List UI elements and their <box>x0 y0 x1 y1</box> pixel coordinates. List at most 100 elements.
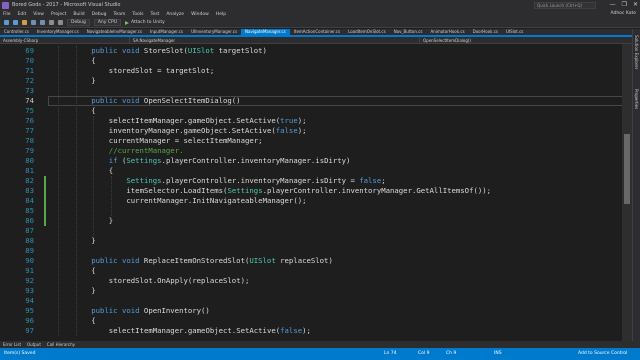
code-line[interactable]: if (Settings.playerController.inventoryM… <box>109 156 351 166</box>
redo-icon[interactable] <box>58 20 63 25</box>
add-to-source-control-button[interactable]: Add to Source Control <box>578 348 627 360</box>
platform-select[interactable]: Any CPU <box>93 19 121 26</box>
menu-team[interactable]: Team <box>113 12 125 17</box>
configuration-select[interactable]: Debug <box>67 19 90 26</box>
keyword-token: public <box>91 256 122 265</box>
menu-help[interactable]: Help <box>216 12 226 17</box>
properties-tab[interactable]: Properties <box>634 89 639 109</box>
save-all-icon[interactable] <box>40 20 45 25</box>
vertical-scrollbar[interactable] <box>622 44 632 341</box>
code-token: currentManager.InitNavigateableManager()… <box>126 196 307 205</box>
scrollbar-thumb[interactable] <box>624 134 630 204</box>
user-account[interactable]: Adhoc Kate <box>610 11 636 16</box>
status-line: Ln 74 <box>384 351 397 356</box>
back-icon[interactable] <box>4 20 9 25</box>
keyword-token: void <box>121 306 144 315</box>
line-number: 95 <box>25 306 34 315</box>
line-number: 94 <box>25 296 34 305</box>
menu-file[interactable]: File <box>3 12 11 17</box>
code-line[interactable]: { <box>109 166 113 176</box>
status-char: Ch 9 <box>446 351 457 356</box>
code-line[interactable]: } <box>91 286 95 296</box>
project-dropdown[interactable]: Assembly-CSharp <box>0 37 130 44</box>
code-token: .playerController.inventoryManager.GetAl… <box>262 186 492 195</box>
code-line[interactable]: storedSlot.OnApply(replaceSlot); <box>109 276 250 286</box>
keyword-token: public <box>91 46 122 55</box>
type-dropdown[interactable]: SA.NavigateManager <box>130 37 420 44</box>
code-line[interactable]: } <box>109 216 113 226</box>
menu-build[interactable]: Build <box>73 12 84 17</box>
code-line[interactable]: currentManager.InitNavigateableManager()… <box>126 196 306 206</box>
call-hierarchy-tab[interactable]: Call Hierarchy <box>47 342 75 347</box>
line-number: 87 <box>25 226 34 235</box>
code-line[interactable]: itemSelector.LoadItems(Settings.playerCo… <box>126 186 491 196</box>
code-token: currentManager = selectItemManager; <box>108 136 263 145</box>
code-line[interactable]: storedSlot = targetSlot; <box>109 66 214 76</box>
code-token: } <box>91 76 96 85</box>
quick-launch-input[interactable]: Quick Launch (Ctrl+Q) <box>534 2 596 9</box>
status-column: Col 9 <box>418 351 430 356</box>
menu-debug[interactable]: Debug <box>92 12 107 17</box>
error-list-tab[interactable]: Error List <box>3 342 21 347</box>
code-token: ReplaceItemOnStoredSlot( <box>143 256 250 265</box>
code-line[interactable]: } <box>91 76 95 86</box>
minimize-button[interactable]: — <box>610 0 616 10</box>
line-number: 71 <box>25 66 34 75</box>
line-number: 76 <box>25 116 34 125</box>
code-token: .playerController.inventoryManager.isDir… <box>161 156 351 165</box>
project-label: Assembly-CSharp <box>3 38 39 43</box>
code-line[interactable]: } <box>91 236 95 246</box>
code-line[interactable]: public void ReplaceItemOnStoredSlot(UISl… <box>91 256 333 266</box>
line-number: 85 <box>25 206 34 215</box>
menu-window[interactable]: Window <box>191 12 209 17</box>
menu-analyze[interactable]: Analyze <box>166 12 184 17</box>
solution-explorer-tab[interactable]: Solution Explorer <box>634 35 639 69</box>
code-token: StoreSlot( <box>143 46 188 55</box>
menu-tools[interactable]: Tools <box>132 12 143 17</box>
code-editor[interactable]: 69 70 71 72 73 74 75 76 77 78 79 80 81 82 83 84 85 86 87 88… <box>0 44 632 341</box>
line-number: 91 <box>25 266 34 275</box>
line-number: 93 <box>25 286 34 295</box>
code-token: targetSlot) <box>218 46 267 55</box>
code-line[interactable]: { <box>91 56 95 66</box>
indent-guide <box>58 46 59 336</box>
save-icon[interactable] <box>31 20 36 25</box>
open-folder-icon[interactable] <box>22 20 27 25</box>
member-label: OpenSelectItemDialog() <box>423 38 471 43</box>
type-token: UISlot <box>249 256 281 265</box>
code-line[interactable]: { <box>91 106 95 116</box>
attach-to-unity-button[interactable]: Attach to Unity <box>125 20 165 25</box>
menu-test[interactable]: Test <box>150 12 159 17</box>
code-line[interactable]: { <box>91 266 95 276</box>
code-line[interactable]: public void OpenInventory() <box>91 306 210 316</box>
code-line[interactable]: //currentManager. <box>109 146 184 156</box>
code-line[interactable]: selectItemManager.gameObject.SetActive(f… <box>109 326 311 336</box>
close-button[interactable]: ✕ <box>633 0 638 10</box>
maximize-button[interactable]: ❐ <box>622 0 627 10</box>
play-icon <box>125 20 129 25</box>
code-line[interactable]: public void OpenSelectItemDialog() <box>91 96 240 106</box>
code-line[interactable]: selectItemManager.gameObject.SetActive(t… <box>109 116 307 126</box>
menu-project[interactable]: Project <box>51 12 66 17</box>
forward-icon[interactable] <box>13 20 18 25</box>
code-line[interactable]: public void StoreSlot(UISlot targetSlot) <box>91 46 267 56</box>
line-number-gutter: 69 70 71 72 73 74 75 76 77 78 79 80 81 82 83 84 85 86 87 88… <box>0 44 46 341</box>
code-line[interactable]: currentManager = selectItemManager; <box>109 136 263 146</box>
code-line[interactable]: { <box>91 316 95 326</box>
line-number: 84 <box>25 196 34 205</box>
change-indicator <box>44 176 46 226</box>
indent-guide <box>75 46 77 336</box>
menu-edit[interactable]: Edit <box>18 12 27 17</box>
line-number: 88 <box>25 236 34 245</box>
line-number: 80 <box>25 156 34 165</box>
output-tab[interactable]: Output <box>27 342 41 347</box>
keyword-token: void <box>121 46 144 55</box>
member-dropdown[interactable]: OpenSelectItemDialog() <box>420 37 632 44</box>
undo-icon[interactable] <box>49 20 54 25</box>
code-line[interactable]: inventoryManager.gameObject.SetActive(fa… <box>109 126 307 136</box>
menu-view[interactable]: View <box>33 12 44 17</box>
code-line[interactable]: Settings.playerController.inventoryManag… <box>126 176 385 186</box>
line-number: 69 <box>25 46 34 55</box>
code-token: OpenInventory() <box>143 306 210 315</box>
comment-token: //currentManager. <box>108 146 184 155</box>
